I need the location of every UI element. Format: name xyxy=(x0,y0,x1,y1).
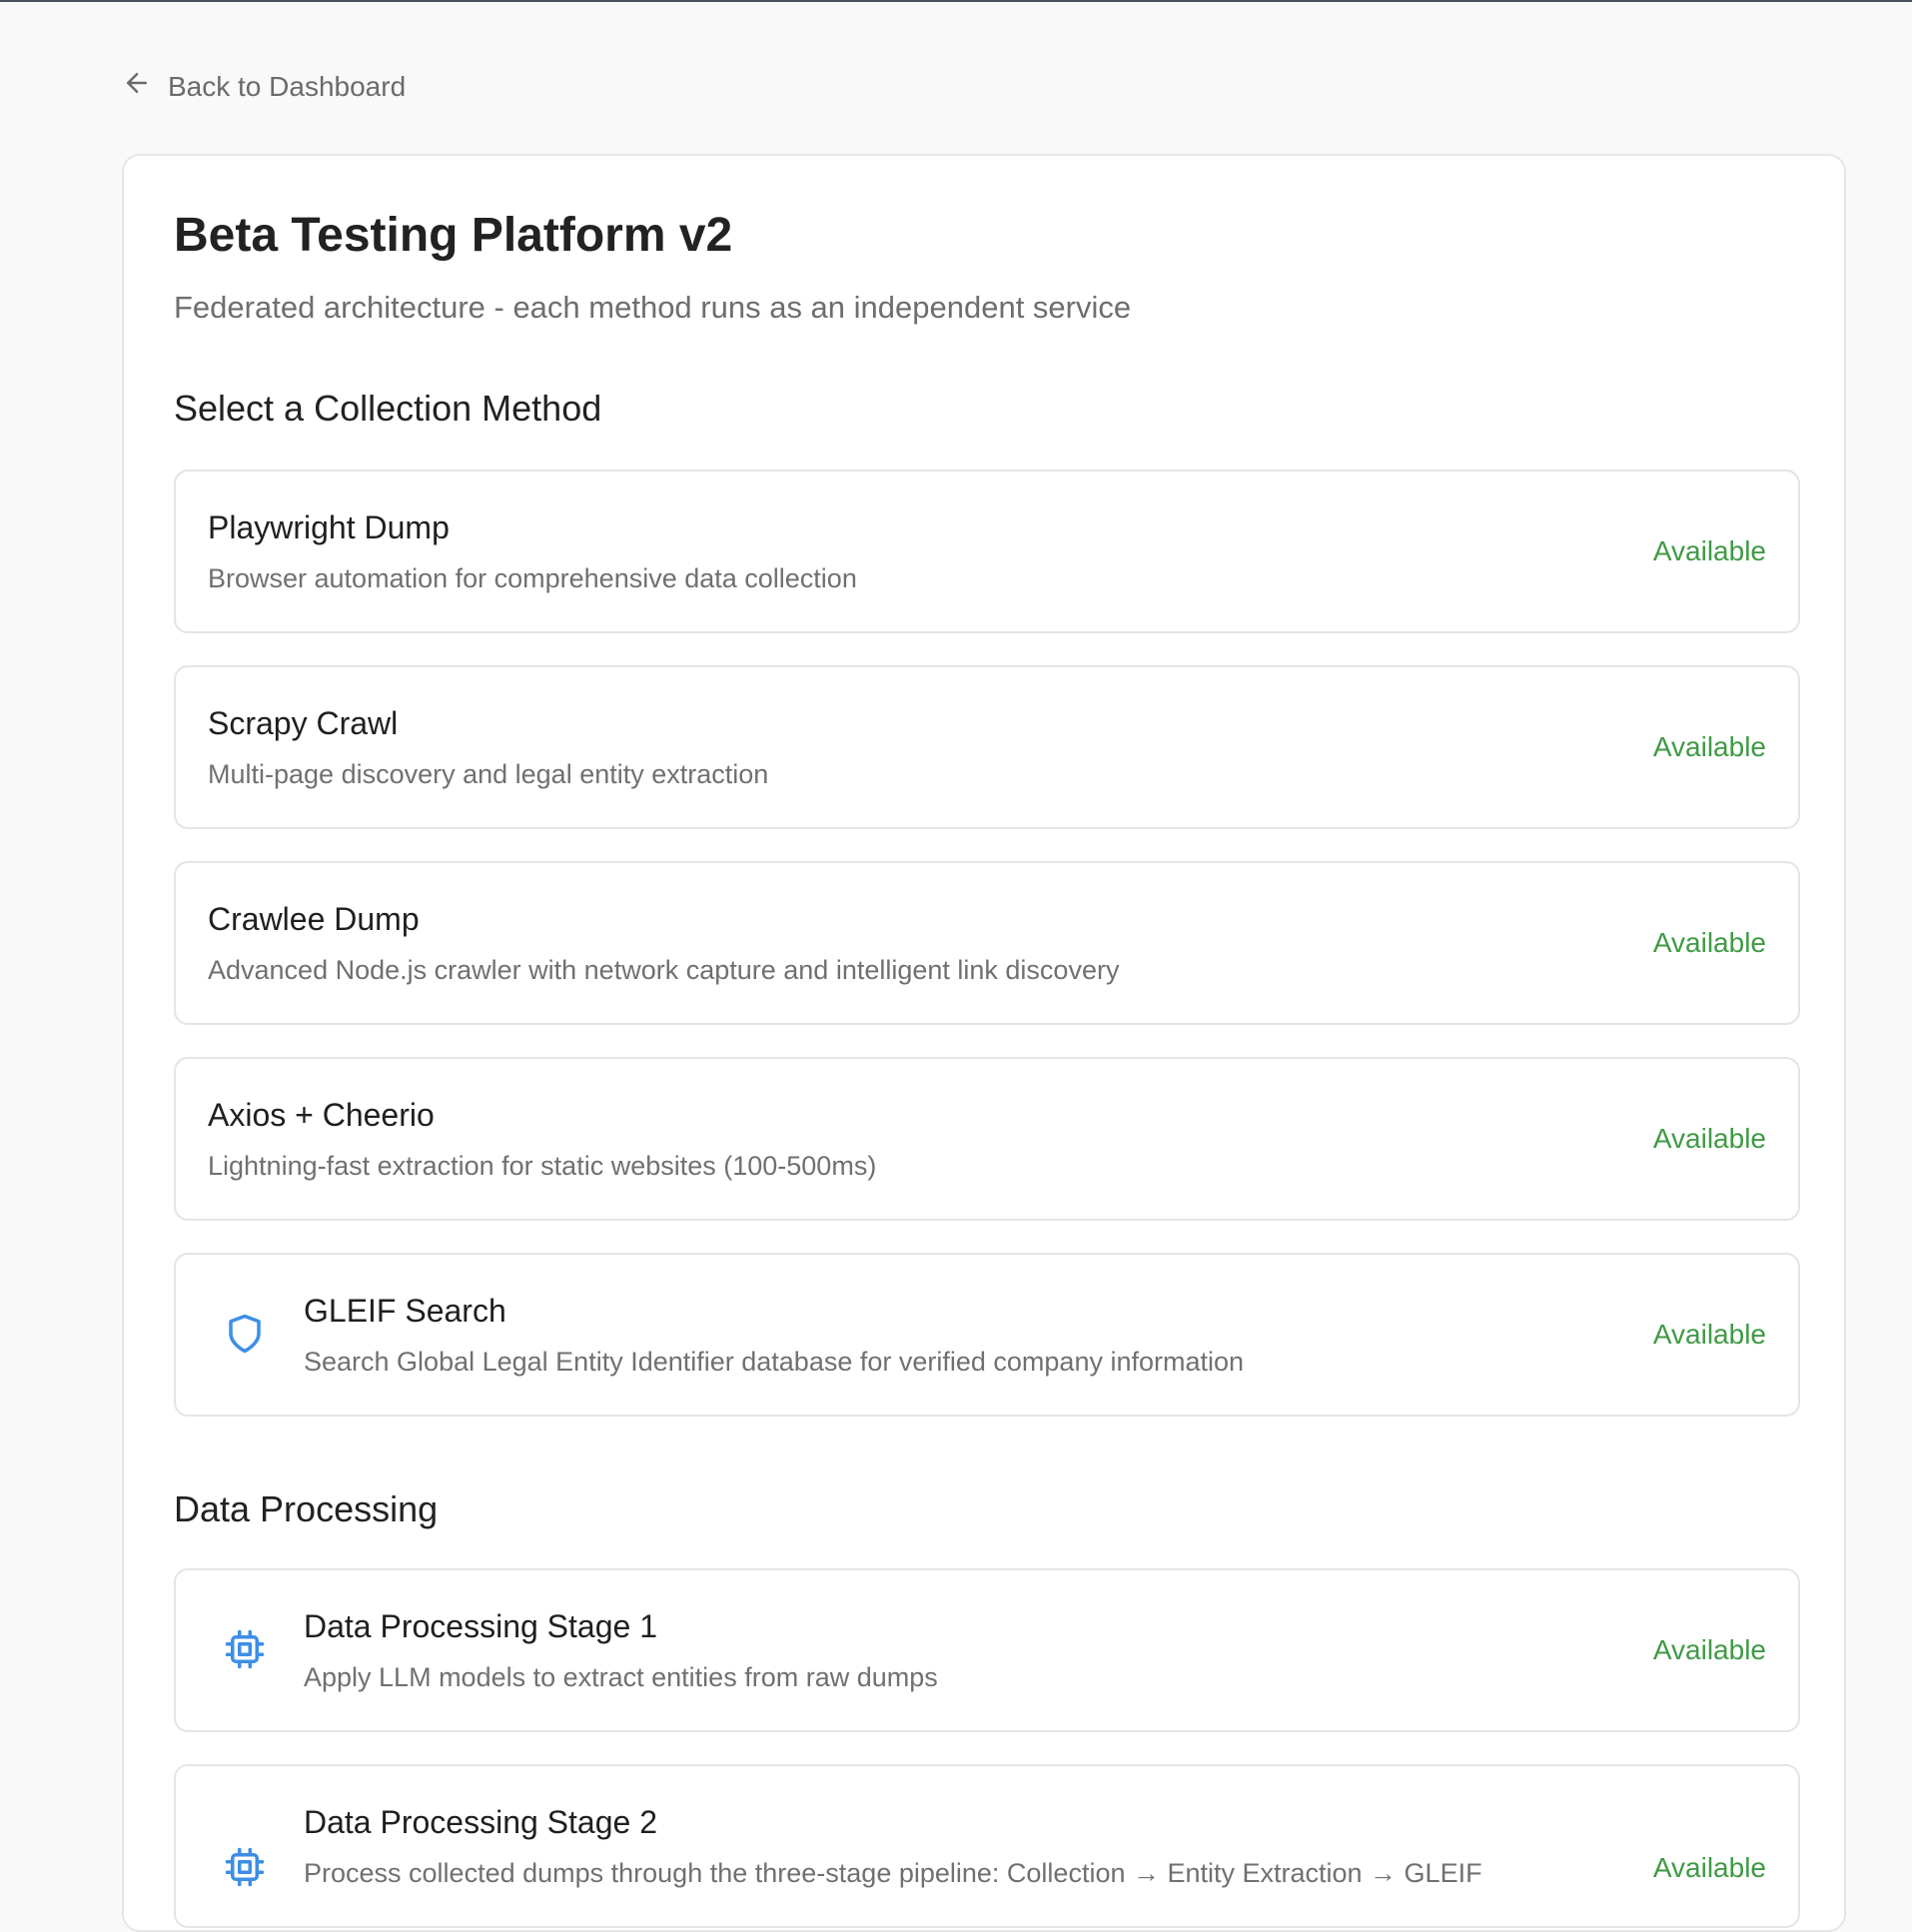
method-name: Scrapy Crawl xyxy=(208,705,399,741)
cpu-icon xyxy=(224,1628,266,1670)
method-data-processing-stage-1[interactable]: Data Processing Stage 1 Apply LLM models… xyxy=(174,1568,1800,1732)
method-crawlee-dump[interactable]: Crawlee Dump Advanced Node.js crawler wi… xyxy=(174,861,1800,1025)
method-description: Advanced Node.js crawler with network ca… xyxy=(208,955,1120,985)
arrow-left-icon xyxy=(122,68,152,105)
cpu-icon xyxy=(224,1846,266,1888)
method-description: Browser automation for comprehensive dat… xyxy=(208,563,857,593)
method-gleif-search[interactable]: GLEIF Search Search Global Legal Entity … xyxy=(174,1253,1800,1417)
back-link-label: Back to Dashboard xyxy=(168,70,407,102)
method-name: Data Processing Stage 2 xyxy=(304,1804,657,1840)
processing-section-title: Data Processing xyxy=(174,1488,439,1529)
method-name: GLEIF Search xyxy=(304,1293,506,1329)
status-badge: Available xyxy=(1652,1852,1766,1883)
collection-section-title: Select a Collection Method xyxy=(174,388,602,429)
method-data-processing-stage-2[interactable]: Data Processing Stage 2 Process collecte… xyxy=(174,1764,1800,1928)
status-badge: Available xyxy=(1652,731,1766,762)
method-name: Data Processing Stage 1 xyxy=(304,1608,657,1644)
status-badge: Available xyxy=(1652,1319,1766,1350)
method-description: Search Global Legal Entity Identifier da… xyxy=(304,1347,1245,1377)
method-name: Crawlee Dump xyxy=(208,901,420,937)
top-border xyxy=(0,0,1912,2)
method-description: Process collected dumps through the thre… xyxy=(304,1858,1482,1888)
method-description: Multi-page discovery and legal entity ex… xyxy=(208,759,769,789)
method-playwright-dump[interactable]: Playwright Dump Browser automation for c… xyxy=(174,470,1800,633)
method-name: Axios + Cheerio xyxy=(208,1097,435,1133)
shield-icon xyxy=(224,1313,266,1355)
page-title: Beta Testing Platform v2 xyxy=(174,209,733,262)
back-to-dashboard-link[interactable]: Back to Dashboard xyxy=(122,68,406,105)
method-axios-cheerio[interactable]: Axios + Cheerio Lightning-fast extractio… xyxy=(174,1057,1800,1221)
status-badge: Available xyxy=(1652,535,1766,566)
status-badge: Available xyxy=(1652,1634,1766,1665)
platform-card: Beta Testing Platform v2 Federated archi… xyxy=(122,154,1846,1932)
page-subtitle: Federated architecture - each method run… xyxy=(174,290,1132,325)
status-badge: Available xyxy=(1652,1123,1766,1154)
method-description: Apply LLM models to extract entities fro… xyxy=(304,1662,938,1692)
method-description: Lightning-fast extraction for static web… xyxy=(208,1151,877,1181)
method-scrapy-crawl[interactable]: Scrapy Crawl Multi-page discovery and le… xyxy=(174,665,1800,829)
status-badge: Available xyxy=(1652,927,1766,958)
method-name: Playwright Dump xyxy=(208,509,450,545)
